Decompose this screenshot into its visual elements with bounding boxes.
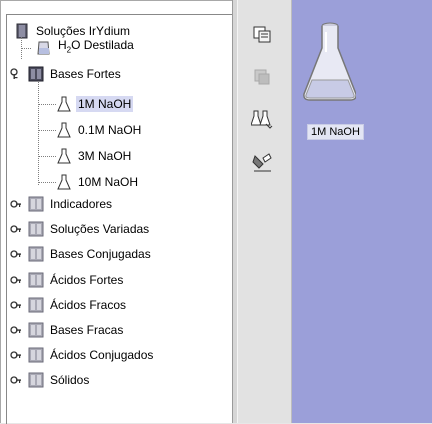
tree-folder-item[interactable]: Ácidos Fracos xyxy=(10,295,128,315)
tree-item-label: 3M NaOH xyxy=(78,149,132,163)
copy-solution-button[interactable] xyxy=(248,22,276,48)
tree-item-label: Soluções Variadas xyxy=(50,222,150,237)
closed-folder-icon xyxy=(28,372,44,388)
collapsed-key-icon[interactable] xyxy=(10,223,22,235)
tree-folder-item[interactable]: Ácidos Fortes xyxy=(10,270,125,290)
collapsed-key-icon[interactable] xyxy=(10,374,22,386)
tree-item-label: 0.1M NaOH xyxy=(78,123,142,137)
mix-solutions-icon xyxy=(251,110,273,129)
flask-icon xyxy=(57,148,71,164)
tree-item-label: Sólidos xyxy=(50,373,90,388)
paste-solution-icon xyxy=(254,69,270,85)
tree-guide xyxy=(38,130,56,131)
properties-button[interactable] xyxy=(248,150,276,176)
tree-item-label: H2O Destilada xyxy=(58,38,134,55)
tree-item-label: 10M NaOH xyxy=(78,175,139,189)
tree-folder-item[interactable]: Soluções Variadas xyxy=(10,219,151,239)
tree-item-label: Ácidos Fortes xyxy=(50,272,124,287)
expanded-key-icon[interactable] xyxy=(10,68,22,80)
tree-folder-item[interactable]: Indicadores xyxy=(10,194,114,214)
flask-icon xyxy=(57,174,71,190)
tree-item-label: Bases Conjugadas xyxy=(50,247,151,262)
tree-item-0-1m-naoh[interactable]: 0.1M NaOH xyxy=(56,120,143,140)
closed-folder-icon xyxy=(28,246,44,262)
open-folder-icon xyxy=(28,66,44,82)
tree-item-label: 1M NaOH xyxy=(76,96,134,112)
paste-solution-button[interactable] xyxy=(248,64,276,90)
tree-item-label: Ácidos Fracos xyxy=(50,297,127,312)
tree-folder-item[interactable]: Sólidos xyxy=(10,370,91,390)
closed-folder-icon xyxy=(28,322,44,338)
collapsed-key-icon[interactable] xyxy=(10,274,22,286)
tree-item-h2o[interactable]: H2O Destilada xyxy=(36,38,136,58)
tree-folder-item[interactable]: Bases Conjugadas xyxy=(10,244,153,264)
solutions-tree-panel[interactable]: Soluções IrYdium H2O Destilada Bases For… xyxy=(0,0,233,424)
tree-guide xyxy=(38,77,39,185)
beaker-icon xyxy=(37,41,50,55)
tree-guide xyxy=(38,156,56,157)
closed-folder-icon xyxy=(28,272,44,288)
tree-item-10m-naoh[interactable]: 10M NaOH xyxy=(56,172,140,192)
erlenmeyer-flask-icon xyxy=(303,22,357,101)
flask-icon xyxy=(57,96,71,112)
closed-folder-icon xyxy=(28,347,44,363)
copy-solution-icon xyxy=(253,26,271,43)
mix-solutions-button[interactable] xyxy=(248,106,276,132)
collapsed-key-icon[interactable] xyxy=(10,349,22,361)
tree-guide xyxy=(21,48,31,49)
workbench-area[interactable]: 1M NaOH xyxy=(292,0,432,423)
tree-item-bases-fortes[interactable]: Bases Fortes xyxy=(10,64,123,84)
side-toolbar xyxy=(238,0,292,423)
workbench-flask-item[interactable]: 1M NaOH xyxy=(300,18,364,140)
tree-item-label: Ácidos Conjugados xyxy=(50,348,154,363)
tree-guide xyxy=(38,104,56,105)
closed-folder-icon xyxy=(28,297,44,313)
workbench-item-label: 1M NaOH xyxy=(307,124,364,140)
tree-item-label: Bases Fortes xyxy=(50,67,121,81)
root-folder-icon xyxy=(16,23,28,39)
collapsed-key-icon[interactable] xyxy=(10,198,22,210)
tree-folder-item[interactable]: Bases Fracas xyxy=(10,320,125,340)
collapsed-key-icon[interactable] xyxy=(10,324,22,336)
tree-item-label: Bases Fracas xyxy=(50,323,124,337)
flask-icon xyxy=(57,122,71,138)
tree-item-3m-naoh[interactable]: 3M NaOH xyxy=(56,146,133,166)
collapsed-key-icon[interactable] xyxy=(10,299,22,311)
closed-folder-icon xyxy=(28,196,44,212)
collapsed-key-icon[interactable] xyxy=(10,248,22,260)
closed-folder-icon xyxy=(28,221,44,237)
tree-guide xyxy=(38,182,56,183)
tree-folder-item[interactable]: Ácidos Conjugados xyxy=(10,345,155,365)
properties-icon xyxy=(252,153,272,172)
tree-item-1m-naoh[interactable]: 1M NaOH xyxy=(56,94,134,114)
tree-item-label: Indicadores xyxy=(50,197,113,211)
